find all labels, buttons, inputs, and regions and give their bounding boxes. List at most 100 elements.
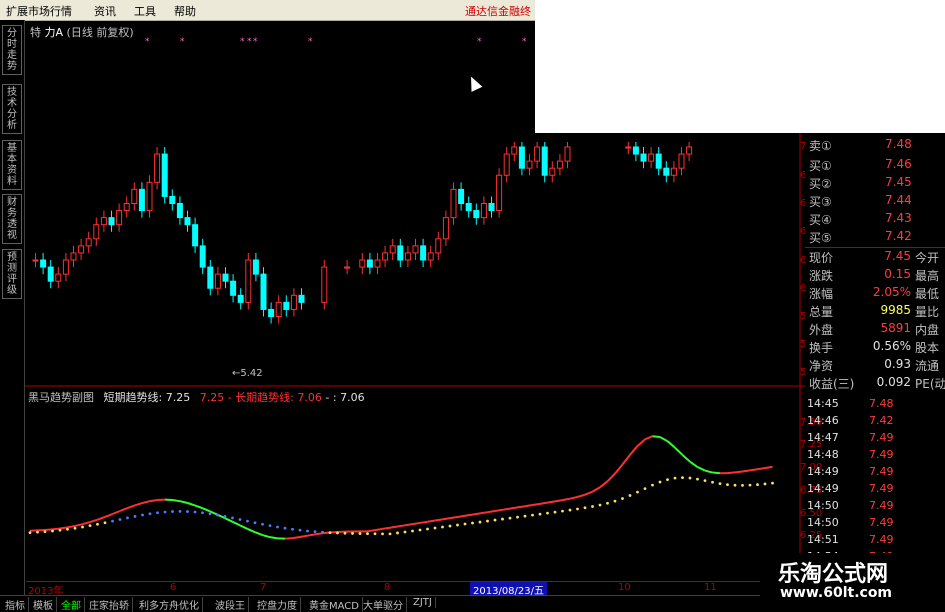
tab-ratings[interactable]: 预测评级 <box>2 249 22 299</box>
candle-body <box>124 204 129 211</box>
candle-body <box>299 295 304 302</box>
menu-item-news[interactable]: 资讯 <box>94 3 116 19</box>
tab-technical[interactable]: 技术分析 <box>2 84 22 134</box>
menu-item-help[interactable]: 帮助 <box>174 3 196 19</box>
menu-item-extended-market[interactable]: 扩展市场行情 <box>6 3 72 19</box>
stat-value: 0.93 <box>859 357 911 371</box>
tab-indicator[interactable]: 指标 <box>2 597 29 612</box>
long-trend-dot <box>59 529 62 532</box>
order-book-row: 买②7.45 <box>805 175 945 192</box>
candle-body <box>633 147 638 154</box>
tab-all[interactable]: 全部 <box>58 597 85 612</box>
stat-label-secondary: 内盘 <box>915 321 939 338</box>
candle-body <box>504 154 509 175</box>
indicator-name: 黑马趋势副图 <box>28 391 94 404</box>
short-trend-line <box>45 529 53 530</box>
long-trend-dot <box>396 532 399 535</box>
long-trend-dot <box>194 511 197 514</box>
watermark-url: www.60lt.com <box>780 585 892 601</box>
long-trend-dot <box>344 532 347 535</box>
tab-dadan[interactable]: 大单驱分 <box>360 597 407 612</box>
tab-fundamentals[interactable]: 基本资料 <box>2 140 22 190</box>
long-trend-dot <box>441 526 444 529</box>
tab-gold-macd[interactable]: 黄金MACD <box>306 597 363 612</box>
long-trend-dot <box>81 526 84 529</box>
quote-stat-row: 涨跌0.15最高 <box>805 267 945 284</box>
long-trend-dot <box>171 510 174 513</box>
kline-chart[interactable]: ******** <box>25 20 805 595</box>
long-trend-dot <box>359 532 362 535</box>
short-trend-line <box>750 469 758 470</box>
long-trend-dot <box>426 528 429 531</box>
date-axis-label: 8 <box>384 582 390 593</box>
candle-body <box>345 267 350 268</box>
long-trend-dot <box>531 514 534 517</box>
long-trend-dot <box>659 481 662 484</box>
long-trend-dot <box>74 527 77 530</box>
long-trend-dot <box>419 529 422 532</box>
long-trend-dot <box>246 520 249 523</box>
candle-body <box>185 218 190 225</box>
short-trend-line <box>533 504 541 505</box>
short-trend-line <box>293 537 301 538</box>
short-trend-line <box>315 533 323 534</box>
short-trend-line <box>53 528 61 529</box>
long-trend-dot <box>434 527 437 530</box>
stat-label: 净资 <box>809 357 833 374</box>
stat-value: 5891 <box>859 321 911 335</box>
signal-marker: * <box>180 37 185 47</box>
quote-stat-row: 换手0.56%股本 <box>805 339 945 356</box>
long-trend-dot <box>314 530 317 533</box>
long-trend-dot <box>449 525 452 528</box>
stat-label: 收益(三) <box>809 375 854 392</box>
indicator-header: 黑马趋势副图 短期趋势线: 7.25 7.25 - 长期趋势线: 7.06 - … <box>28 389 365 405</box>
candle-body <box>671 168 676 175</box>
stat-label-secondary: 股本 <box>915 339 939 356</box>
long-trend-dot <box>524 515 527 518</box>
tab-boduanwang[interactable]: 波段王 <box>212 597 249 612</box>
tick-price: 7.49 <box>869 499 894 512</box>
tab-timeshare[interactable]: 分时走势 <box>2 25 22 75</box>
candle-body <box>398 246 403 260</box>
candle-body <box>71 253 76 260</box>
tab-zhuangjia[interactable]: 庄家抬轿 <box>86 597 133 612</box>
tab-kongpan[interactable]: 控盘力度 <box>254 597 301 612</box>
candle-body <box>193 225 198 246</box>
short-trend-line <box>113 511 121 514</box>
tab-financials[interactable]: 财务透视 <box>2 194 22 244</box>
short-trend-line <box>623 455 631 465</box>
quote-stat-row: 外盘5891内盘 <box>805 321 945 338</box>
candle-body <box>367 260 372 267</box>
order-book-row: 买①7.46 <box>805 157 945 174</box>
tab-template[interactable]: 模板 <box>30 597 57 612</box>
candle-body <box>428 253 433 260</box>
stat-label-secondary: 今开 <box>915 249 939 266</box>
short-trend-line <box>68 526 76 527</box>
short-trend-line <box>728 472 736 473</box>
tab-zjtj[interactable]: ZJTJ <box>410 597 436 608</box>
tick-time: 14:46 <box>807 414 839 427</box>
long-trend-dot <box>486 520 489 523</box>
long-trend-dot <box>764 483 767 486</box>
short-trend-line <box>450 517 458 518</box>
short-trend-line <box>255 532 263 535</box>
short-trend-line <box>75 524 83 526</box>
long-trend-dot <box>749 484 752 487</box>
quote-stat-row: 净资0.93流通 <box>805 357 945 374</box>
signal-marker: * <box>308 37 313 47</box>
candle-body <box>155 154 160 182</box>
stat-label: 总量 <box>809 303 833 320</box>
long-trend-dot <box>299 529 302 532</box>
tick-price: 7.49 <box>869 465 894 478</box>
short-trend-line <box>608 474 616 482</box>
tick-row: 14:507.49 <box>807 516 945 532</box>
menu-item-tools[interactable]: 工具 <box>134 3 156 19</box>
candle-body <box>390 246 395 253</box>
tick-time: 14:50 <box>807 516 839 529</box>
date-axis-label: 11 <box>704 582 717 593</box>
long-trend-dot <box>704 479 707 482</box>
long-trend-dot <box>591 505 594 508</box>
tab-liduo[interactable]: 利多方舟优化 <box>136 597 203 612</box>
short-trend-line <box>765 467 773 468</box>
candle-body <box>41 260 46 267</box>
